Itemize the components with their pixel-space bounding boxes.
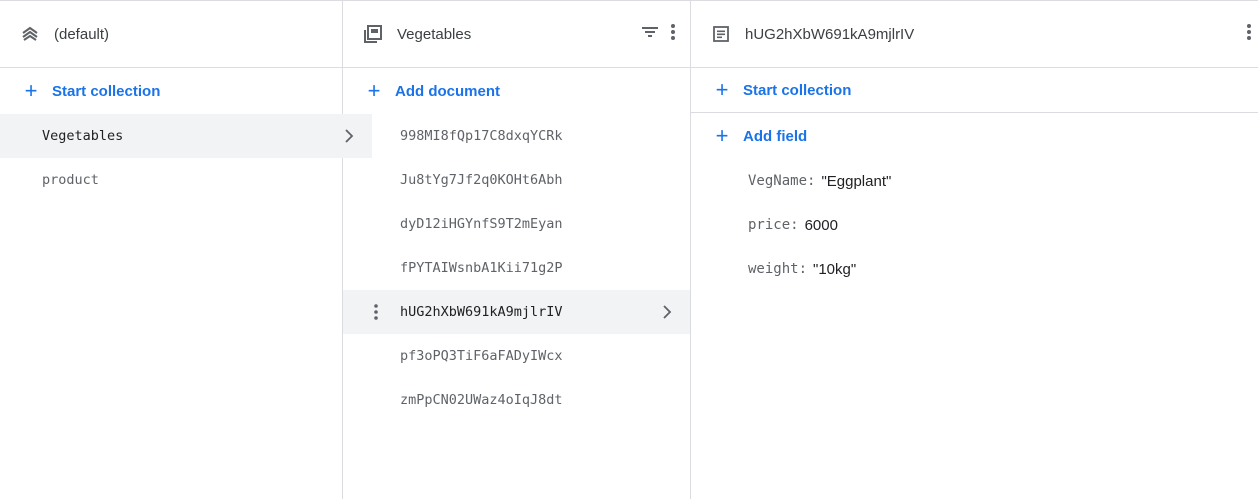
root-panel-header: (default) [0, 1, 342, 68]
field-separator: : [798, 261, 808, 277]
document-id: pf3oPQ3TiF6aFADyIWcx [400, 348, 563, 364]
database-layers-icon [20, 24, 40, 44]
document-item[interactable]: dyD12iHGYnfS9T2mEyan [343, 202, 690, 246]
add-document-button[interactable]: + Add document [343, 68, 690, 114]
field-row[interactable]: VegName : "Eggplant" [691, 159, 1258, 203]
document-id: dyD12iHGYnfS9T2mEyan [400, 216, 563, 232]
add-field-label: Add field [743, 127, 808, 145]
collection-item-label: Vegetables [42, 128, 124, 144]
root-panel: (default) + Start collection Vegetables … [0, 1, 372, 499]
filter-icon[interactable] [640, 22, 660, 46]
document-id: zmPpCN02UWaz4oIqJ8dt [400, 392, 563, 408]
field-value: "Eggplant" [821, 172, 892, 190]
field-row[interactable]: weight : "10kg" [691, 247, 1258, 291]
document-item[interactable]: zmPpCN02UWaz4oIqJ8dt [343, 378, 690, 422]
document-item[interactable]: 998MI8fQp17C8dxqYCRk [343, 114, 690, 158]
document-id: hUG2hXbW691kA9mjlrIV [400, 304, 563, 320]
collection-item-product[interactable]: product [0, 158, 342, 202]
plus-icon: + [367, 78, 381, 103]
start-subcollection-button[interactable]: + Start collection [691, 68, 1258, 113]
document-item[interactable]: pf3oPQ3TiF6aFADyIWcx [343, 334, 690, 378]
root-panel-title: (default) [54, 25, 110, 43]
firestore-data-viewer: (default) + Start collection Vegetables … [0, 0, 1258, 499]
plus-icon: + [24, 78, 38, 103]
add-field-button[interactable]: + Add field [691, 113, 1258, 159]
document-panel-title: hUG2hXbW691kA9mjlrIV [745, 25, 915, 43]
chevron-right-icon [662, 290, 672, 334]
more-vert-icon[interactable] [373, 290, 379, 334]
document-id: Ju8tYg7Jf2q0KOHt6Abh [400, 172, 563, 188]
document-id: 998MI8fQp17C8dxqYCRk [400, 128, 563, 144]
field-row[interactable]: price : 6000 [691, 203, 1258, 247]
more-vert-icon[interactable] [1246, 22, 1252, 46]
document-icon [711, 24, 731, 44]
field-separator: : [790, 217, 799, 233]
document-id: fPYTAIWsnbA1Kii71g2P [400, 260, 563, 276]
start-collection-button[interactable]: + Start collection [0, 68, 342, 114]
start-collection-label: Start collection [52, 82, 161, 100]
field-value: "10kg" [813, 260, 857, 278]
start-subcollection-label: Start collection [743, 81, 852, 99]
document-item[interactable]: fPYTAIWsnbA1Kii71g2P [343, 246, 690, 290]
field-separator: : [807, 173, 816, 189]
collection-item-label: product [42, 172, 99, 188]
more-vert-icon[interactable] [670, 22, 676, 46]
collection-icon [363, 24, 383, 44]
add-document-label: Add document [395, 82, 500, 100]
field-value: 6000 [804, 216, 838, 234]
plus-icon: + [715, 123, 729, 148]
plus-icon: + [715, 77, 729, 102]
document-panel-header: hUG2hXbW691kA9mjlrIV [691, 1, 1258, 68]
collection-item-vegetables[interactable]: Vegetables [0, 114, 372, 158]
document-panel: hUG2hXbW691kA9mjlrIV + Start collection … [691, 1, 1258, 499]
field-key: price [748, 217, 791, 233]
field-key: VegName [748, 173, 808, 189]
field-key: weight [748, 261, 799, 277]
collection-panel-header: Vegetables [343, 1, 690, 68]
document-item-selected[interactable]: hUG2hXbW691kA9mjlrIV [343, 290, 690, 334]
collection-panel-title: Vegetables [397, 25, 472, 43]
document-item[interactable]: Ju8tYg7Jf2q0KOHt6Abh [343, 158, 690, 202]
collection-panel: Vegetables + Add document 998MI8fQp17C8d… [343, 1, 691, 499]
